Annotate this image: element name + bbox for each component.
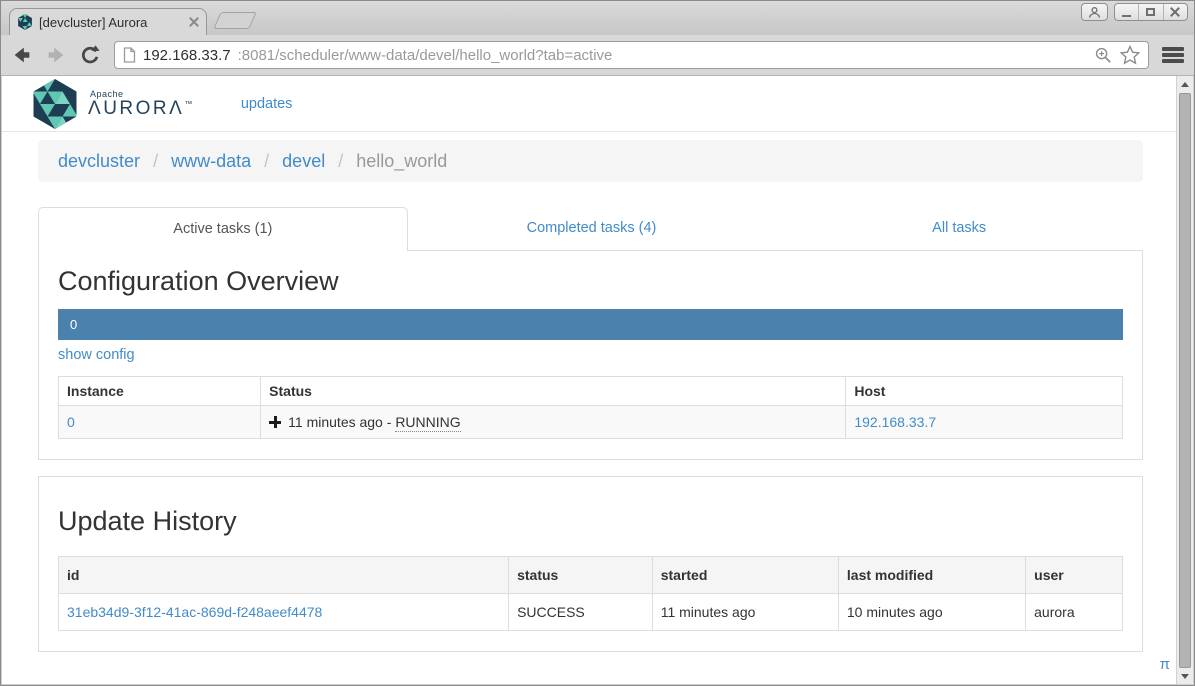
forward-arrow-icon [45, 44, 67, 66]
active-tasks-panel: Configuration Overview 0 show config Ins… [38, 251, 1143, 460]
col-header-last-modified: last modified [838, 556, 1025, 593]
tab-close-icon[interactable] [189, 17, 199, 27]
show-config-link[interactable]: show config [58, 347, 135, 363]
aurora-wordmark: Apache ΛURORΛ™ [88, 89, 195, 119]
breadcrumb-separator: / [264, 151, 269, 171]
update-row: 31eb34d9-3f12-41ac-869d-f248aeef4478 SUC… [59, 593, 1123, 630]
brand-aurora: ΛURORΛ [88, 98, 184, 119]
browser-tab[interactable]: [devcluster] Aurora [9, 8, 207, 35]
back-arrow-icon [11, 44, 33, 66]
favicon-aurora-icon [17, 14, 33, 30]
breadcrumb-job-current: hello_world [356, 151, 447, 171]
scrollbar-thumb[interactable] [1179, 93, 1191, 668]
reload-icon [79, 44, 101, 66]
vertical-scrollbar[interactable] [1176, 76, 1193, 684]
update-history-table: id status started last modified user 31e… [58, 556, 1123, 631]
trademark: ™ [184, 100, 195, 109]
scroll-up-button[interactable] [1177, 76, 1193, 92]
col-header-update-status: status [509, 556, 653, 593]
breadcrumb-environment[interactable]: devel [282, 151, 325, 171]
update-history-title: Update History [58, 507, 1123, 535]
reload-button[interactable] [78, 43, 102, 67]
new-tab-button[interactable] [213, 12, 257, 29]
tab-active-tasks[interactable]: Active tasks (1) [38, 207, 408, 251]
menu-hamburger-icon[interactable] [1161, 46, 1185, 64]
status-separator: - [387, 414, 392, 430]
update-status: SUCCESS [509, 593, 653, 630]
update-id-link[interactable]: 31eb34d9-3f12-41ac-869d-f248aeef4478 [67, 604, 322, 620]
close-icon [1170, 7, 1180, 17]
minimize-button[interactable] [1115, 4, 1138, 20]
browser-toolbar: 192.168.33.7 :8081/scheduler/www-data/dev… [1, 35, 1194, 76]
url-bar[interactable]: 192.168.33.7 :8081/scheduler/www-data/dev… [114, 41, 1149, 69]
tab-all-tasks[interactable]: All tasks [775, 207, 1143, 251]
page-icon [123, 47, 136, 63]
pi-link[interactable]: π [1160, 656, 1170, 673]
triangle-up-icon [1181, 82, 1189, 87]
breadcrumb-role[interactable]: www-data [171, 151, 251, 171]
col-header-user: user [1026, 556, 1123, 593]
instance-row: 0 11 minutes ago - RUNNING 192.168.33.7 [59, 406, 1123, 439]
instance-progress-bar: 0 [58, 309, 1123, 340]
plus-icon [269, 416, 281, 428]
col-header-instance: Instance [59, 377, 261, 406]
close-button[interactable] [1163, 4, 1187, 20]
update-history-panel: Update History id status started last mo… [38, 476, 1143, 651]
aurora-logo-icon [32, 79, 78, 129]
scroll-down-button[interactable] [1177, 668, 1193, 684]
breadcrumb-separator: / [153, 151, 158, 171]
breadcrumb: devcluster / www-data / devel / hello_wo… [38, 140, 1143, 182]
titlebar: [devcluster] Aurora [1, 1, 1194, 35]
maximize-button[interactable] [1138, 4, 1162, 20]
progress-instance-label: 0 [70, 317, 77, 332]
window-controls [1114, 3, 1188, 21]
config-overview-title: Configuration Overview [58, 267, 1123, 295]
url-path-text: :8081/scheduler/www-data/devel/hello_wor… [238, 47, 613, 64]
update-user: aurora [1026, 593, 1123, 630]
profile-button[interactable] [1081, 3, 1108, 21]
col-header-host: Host [846, 377, 1123, 406]
host-link[interactable]: 192.168.33.7 [854, 414, 936, 430]
breadcrumb-cluster[interactable]: devcluster [58, 151, 140, 171]
status-state: RUNNING [395, 414, 460, 432]
forward-button[interactable] [44, 43, 68, 67]
update-started: 11 minutes ago [652, 593, 838, 630]
tab-title: [devcluster] Aurora [39, 15, 183, 30]
updates-link[interactable]: updates [241, 96, 293, 112]
tab-completed-tasks[interactable]: Completed tasks (4) [408, 207, 776, 251]
task-tabs: Active tasks (1) Completed tasks (4) All… [38, 207, 1143, 251]
instances-table: Instance Status Host 0 11 minutes ago - … [58, 376, 1123, 439]
bookmark-star-icon[interactable] [1120, 45, 1140, 65]
col-header-started: started [652, 556, 838, 593]
update-last-modified: 10 minutes ago [838, 593, 1025, 630]
triangle-down-icon [1181, 674, 1189, 679]
status-time: 11 minutes ago [288, 414, 383, 430]
site-header: Apache ΛURORΛ™ updates [2, 76, 1179, 132]
maximize-icon [1146, 8, 1155, 16]
url-host-text: 192.168.33.7 [143, 47, 231, 64]
zoom-icon[interactable] [1094, 46, 1113, 65]
browser-window: [devcluster] Aurora [0, 0, 1195, 686]
col-header-id: id [59, 556, 509, 593]
instance-link[interactable]: 0 [67, 414, 75, 430]
col-header-status: Status [261, 377, 846, 406]
person-icon [1088, 6, 1101, 19]
minimize-icon [1122, 15, 1131, 17]
breadcrumb-separator: / [338, 151, 343, 171]
page-content: Apache ΛURORΛ™ updates devcluster / www-… [2, 76, 1179, 684]
back-button[interactable] [10, 43, 34, 67]
